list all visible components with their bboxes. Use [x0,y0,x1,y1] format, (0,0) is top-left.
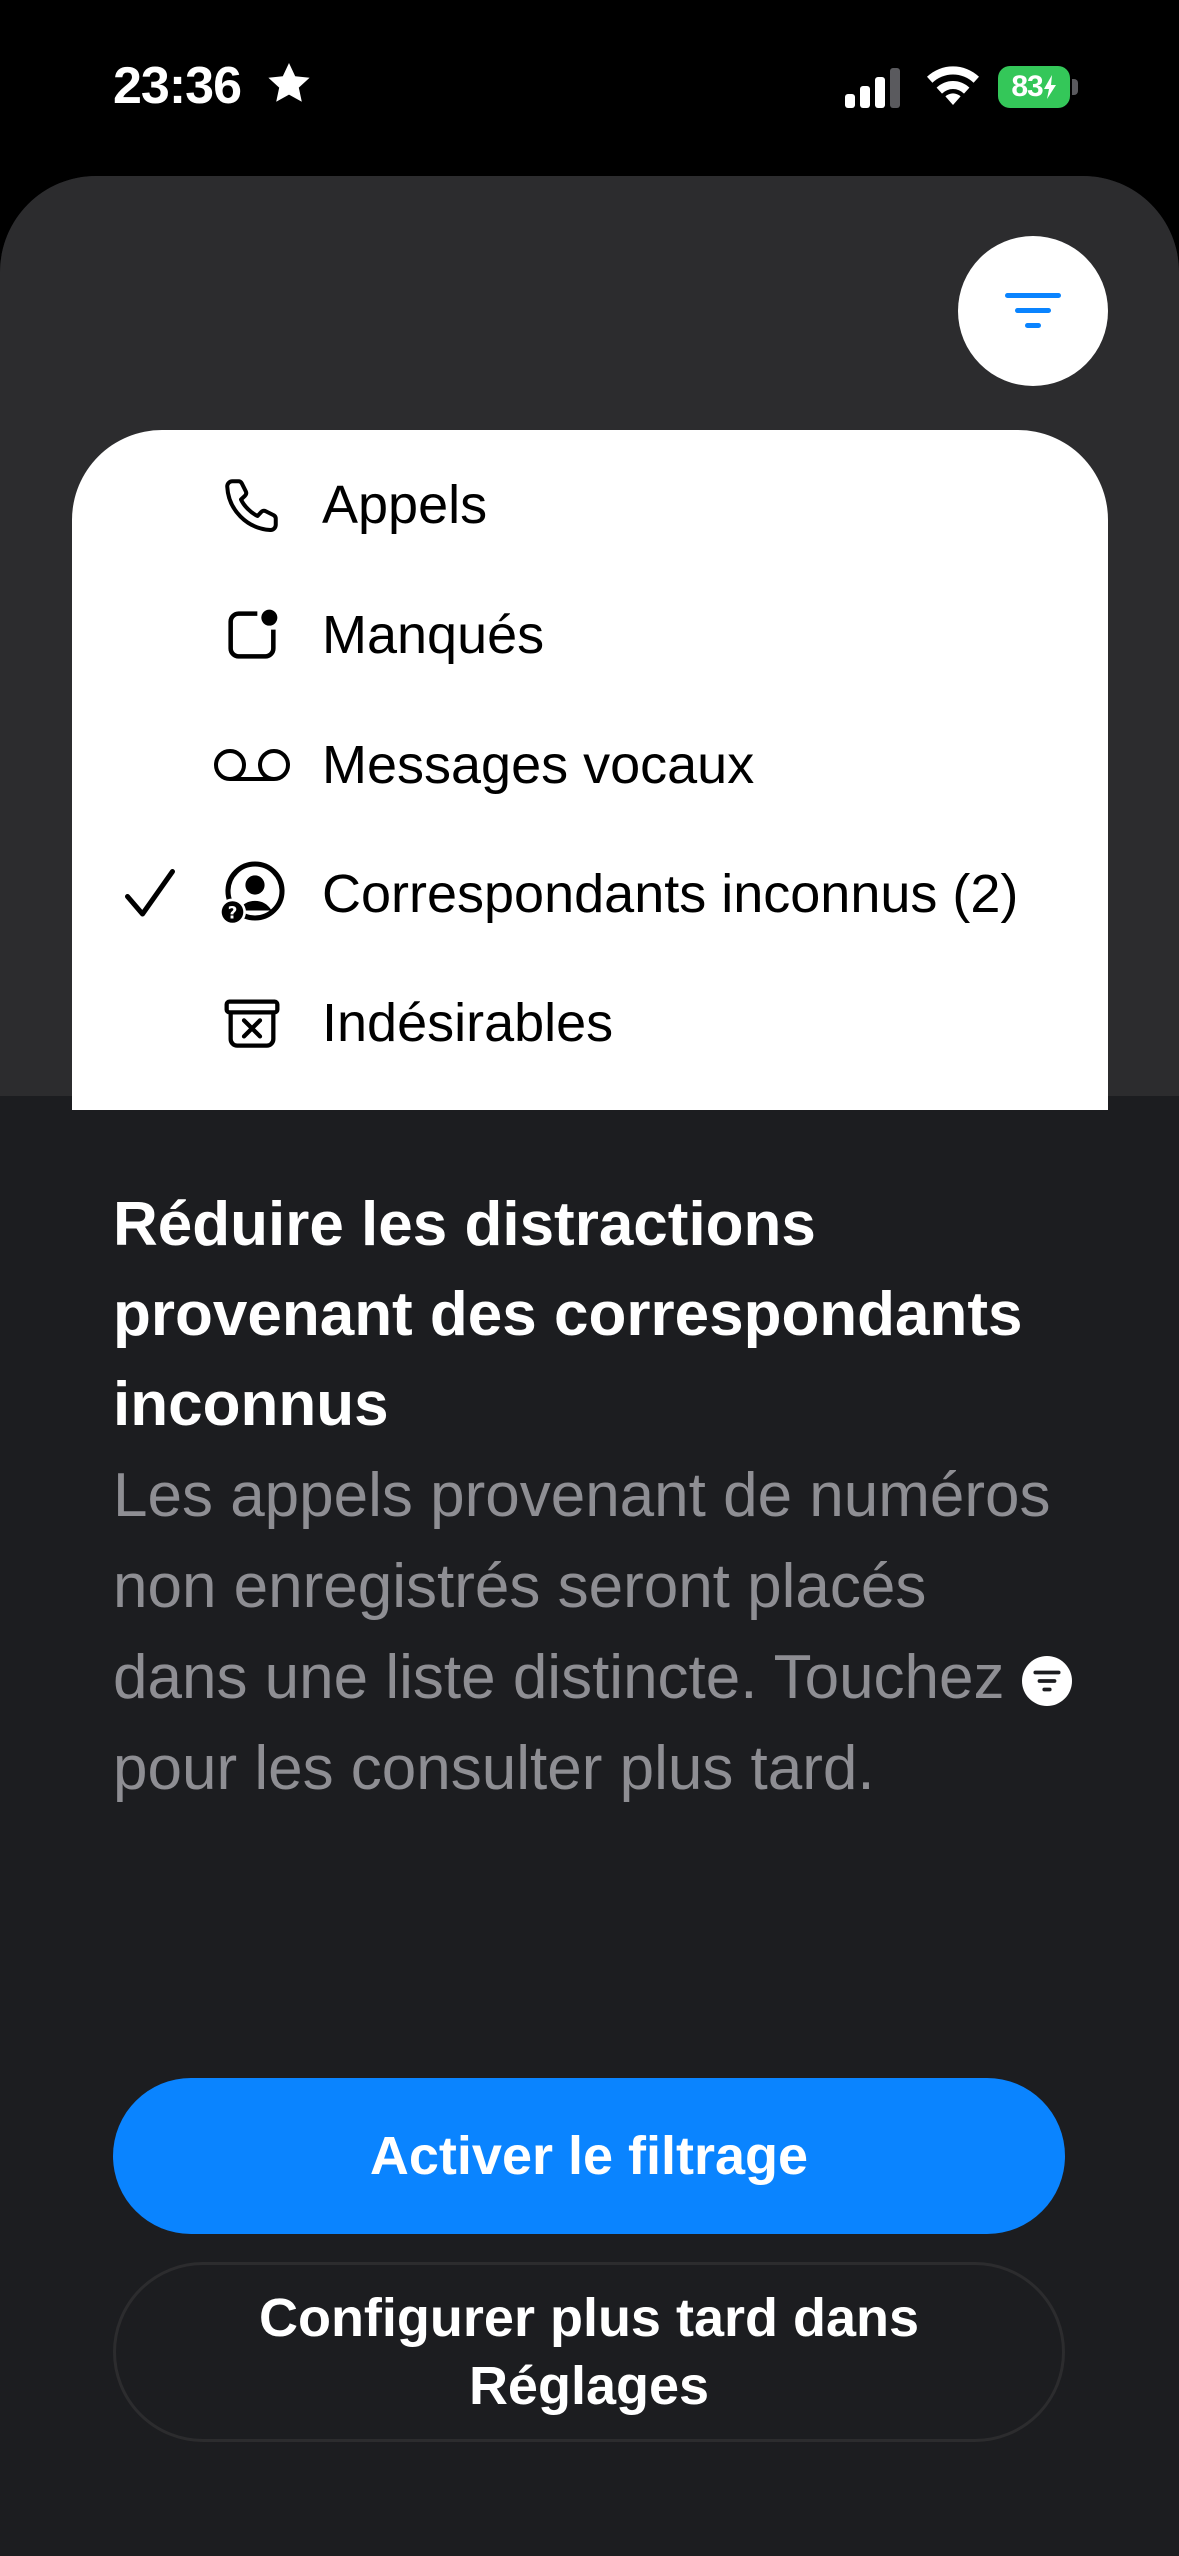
menu-item-label: Correspondants inconnus (2) [322,864,1019,924]
filter-circle-icon [1021,1656,1072,1706]
unknown-caller-icon: ? [212,854,292,934]
activate-filtering-button[interactable]: Activer le filtrage [113,2078,1065,2234]
menu-item-label: Indésirables [322,993,614,1053]
svg-text:?: ? [228,904,238,923]
menu-item-manques[interactable]: Manqués [72,580,1108,690]
battery-tip [1072,79,1078,95]
menu-item-appels[interactable]: Appels [72,450,1108,560]
filter-menu: Appels Manqués Messages vocaux ? Corresp… [72,430,1108,1110]
menu-item-indesirables[interactable]: Indésirables [72,968,1108,1078]
wifi-icon [927,66,979,105]
battery-body: 83 [998,66,1070,108]
filter-lines-icon [1005,293,1061,328]
menu-item-label: Appels [322,475,488,535]
battery-level: 83 [1011,70,1043,103]
junk-bin-icon [212,983,292,1063]
star-icon [268,63,310,102]
battery-charging-icon: 83 [998,66,1078,108]
checkmark-icon [125,869,175,917]
description: Les appels provenant de numéros non enre… [113,1450,1073,1814]
menu-item-label: Messages vocaux [322,735,755,795]
voicemail-icon [212,725,292,805]
status-bar: 23:36 83 [0,0,1179,170]
cellular-signal-icon [845,68,900,108]
menu-item-correspondants-inconnus[interactable]: ? Correspondants inconnus (2) [72,839,1108,949]
status-time: 23:36 [113,57,242,115]
description-part-1: Les appels provenant de numéros non enre… [113,1461,1051,1712]
filter-button[interactable] [958,236,1108,386]
missed-badge-icon [212,595,292,675]
menu-item-messages-vocaux[interactable]: Messages vocaux [72,710,1108,820]
phone-icon [212,465,292,545]
bolt-icon [1043,75,1056,99]
configure-later-button[interactable]: Configurer plus tard dans Réglages [113,2262,1065,2442]
description-part-2: pour les consulter plus tard. [113,1734,875,1803]
headline: Réduire les distractions provenant des c… [113,1190,1023,1439]
menu-item-label: Manqués [322,605,545,665]
